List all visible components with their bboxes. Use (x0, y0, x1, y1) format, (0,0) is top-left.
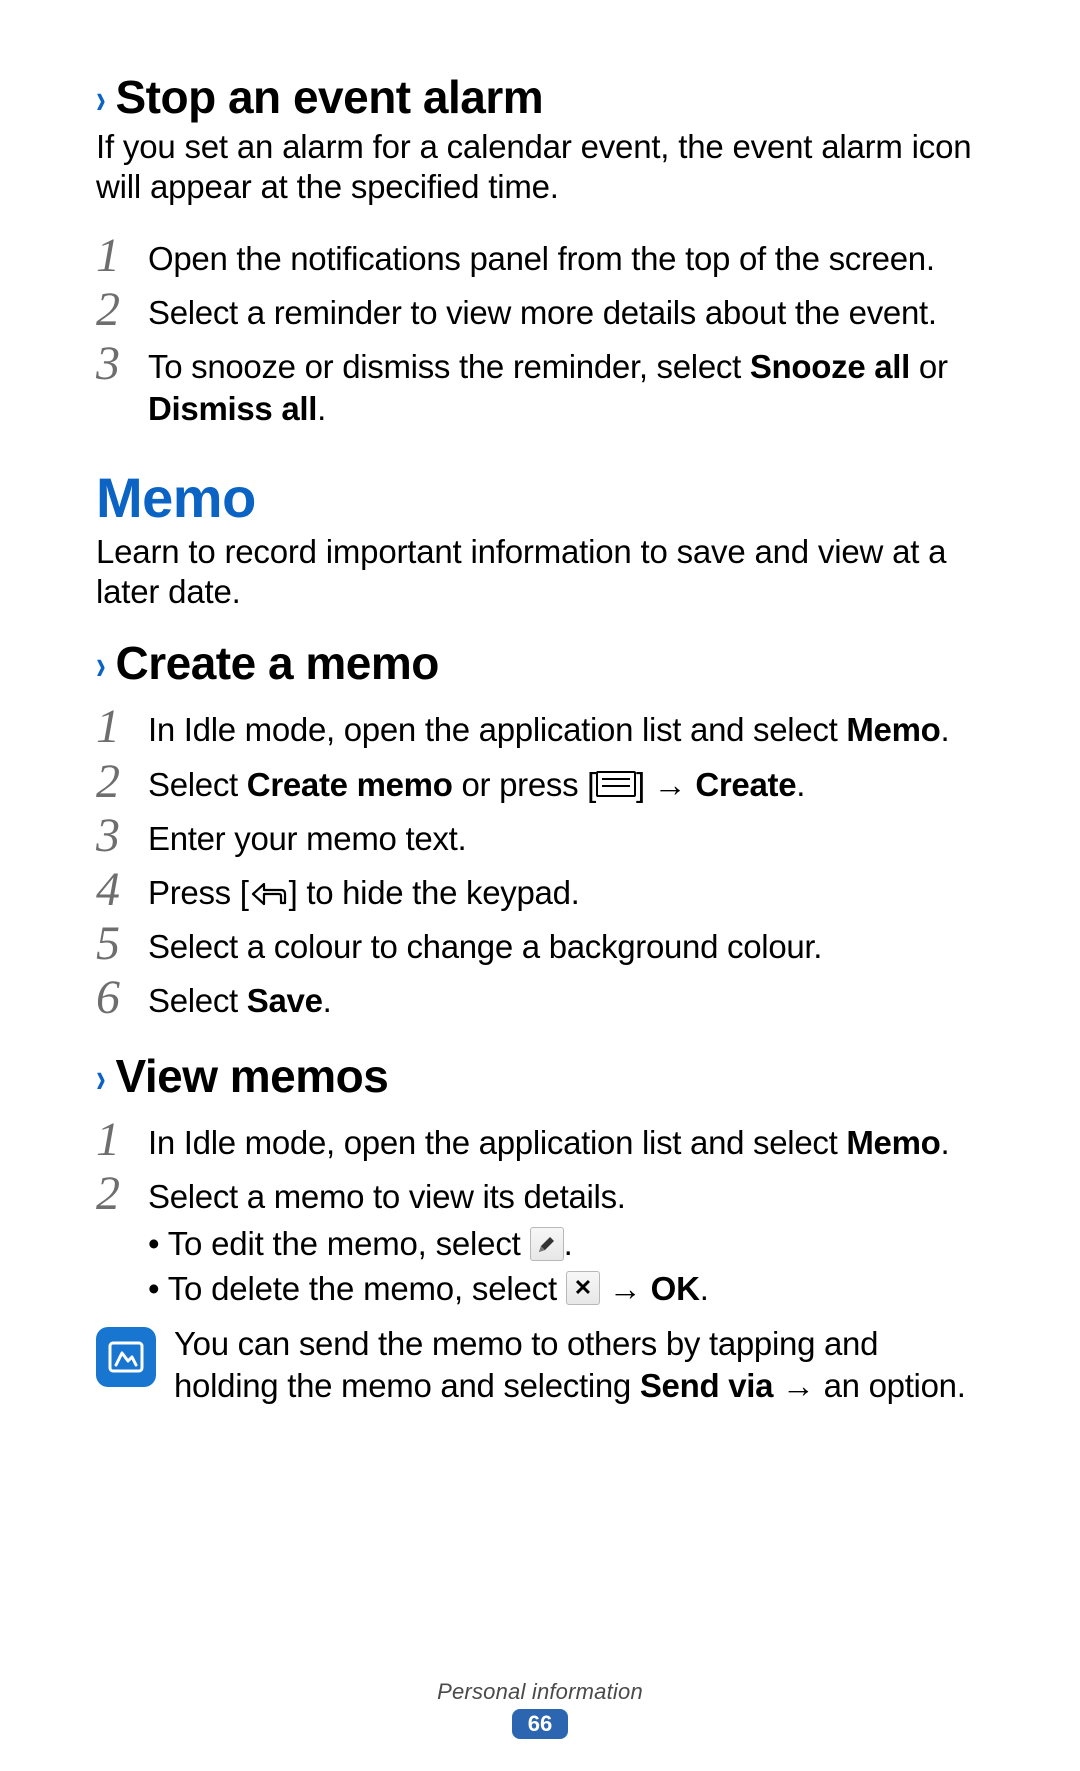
manual-page: › Stop an event alarm If you set an alar… (0, 0, 1080, 1771)
text-fragment: Select (148, 766, 247, 803)
text-fragment: Press [ (148, 874, 249, 911)
note-text: You can send the memo to others by tappi… (174, 1323, 984, 1407)
step-text: Open the notifications panel from the to… (148, 232, 935, 280)
heading-view-memos: › View memos (96, 1049, 984, 1104)
text-fragment: . (317, 390, 326, 427)
note-icon (96, 1327, 156, 1387)
step-text: Select a reminder to view more details a… (148, 286, 937, 334)
text-fragment: In Idle mode, open the application list … (148, 1124, 846, 1161)
bold-text: Save (247, 982, 323, 1019)
step-number: 4 (96, 866, 148, 914)
text-fragment: → (600, 1270, 651, 1307)
step-2-select-memo: 2 Select a memo to view its details. To … (96, 1170, 984, 1311)
step-1-open-memo-app-view: 1 In Idle mode, open the application lis… (96, 1116, 984, 1164)
text-fragment: . (700, 1270, 709, 1307)
step-3-snooze-dismiss: 3 To snooze or dismiss the reminder, sel… (96, 340, 984, 430)
step-number: 1 (96, 703, 148, 751)
step-number: 2 (96, 758, 148, 806)
step-text: Select a memo to view its details. To ed… (148, 1170, 709, 1311)
bullet-edit-memo: To edit the memo, select . (148, 1222, 709, 1266)
step-text: Press [ ] to hide the keypad. (148, 866, 580, 914)
chevron-right-icon: › (96, 640, 105, 690)
step-text: Select Save. (148, 974, 332, 1022)
bold-text: Send via (640, 1367, 773, 1404)
text-fragment: ] → (636, 766, 695, 803)
menu-key-icon (596, 771, 636, 797)
edit-icon (530, 1227, 564, 1261)
bold-text: Create memo (247, 766, 453, 803)
heading-text: Create a memo (116, 636, 439, 691)
bold-text: OK (651, 1270, 700, 1307)
bold-text: Create (695, 766, 796, 803)
back-key-icon (249, 877, 289, 907)
text-fragment: ] to hide the keypad. (289, 874, 580, 911)
note-send-via: You can send the memo to others by tappi… (96, 1323, 984, 1407)
heading-create-memo: › Create a memo (96, 636, 984, 691)
chevron-right-icon: › (96, 74, 105, 124)
step-2-select-reminder: 2 Select a reminder to view more details… (96, 286, 984, 334)
text-fragment: To snooze or dismiss the reminder, selec… (148, 348, 750, 385)
step-number: 5 (96, 920, 148, 968)
step-text: Select a colour to change a background c… (148, 920, 822, 968)
bullet-delete-memo: To delete the memo, select ✕ → OK. (148, 1267, 709, 1311)
text-fragment: Select (148, 982, 247, 1019)
step-1-open-notifications: 1 Open the notifications panel from the … (96, 232, 984, 280)
text-fragment: In Idle mode, open the application list … (148, 711, 846, 748)
step-1-open-memo-app: 1 In Idle mode, open the application lis… (96, 703, 984, 751)
text-fragment: → an option. (773, 1367, 965, 1404)
step-number: 3 (96, 812, 148, 860)
text-fragment: . (564, 1225, 573, 1262)
step-text: Select Create memo or press [ ] → Create. (148, 758, 805, 806)
bold-text: Dismiss all (148, 390, 317, 427)
footer-section-label: Personal information (0, 1679, 1080, 1705)
step-number: 2 (96, 1170, 148, 1218)
step-text: Enter your memo text. (148, 812, 466, 860)
intro-memo: Learn to record important information to… (96, 532, 984, 613)
heading-text: Stop an event alarm (116, 70, 544, 125)
text-line: Select a memo to view its details. (148, 1176, 709, 1218)
footer-page-number: 66 (512, 1709, 568, 1739)
text-fragment: . (940, 1124, 949, 1161)
text-fragment: . (796, 766, 805, 803)
step-3-enter-memo-text: 3 Enter your memo text. (96, 812, 984, 860)
step-number: 1 (96, 232, 148, 280)
text-fragment: or (910, 348, 948, 385)
intro-stop-event-alarm: If you set an alarm for a calendar event… (96, 127, 984, 208)
text-fragment: . (940, 711, 949, 748)
step-number: 2 (96, 286, 148, 334)
step-4-hide-keypad: 4 Press [ ] to hide the keypad. (96, 866, 984, 914)
step-5-select-colour: 5 Select a colour to change a background… (96, 920, 984, 968)
delete-icon: ✕ (566, 1271, 600, 1305)
text-fragment: or press [ (453, 766, 596, 803)
page-footer: Personal information 66 (0, 1679, 1080, 1739)
text-fragment: To edit the memo, select (168, 1225, 530, 1262)
heading-stop-event-alarm: › Stop an event alarm (96, 70, 984, 125)
heading-text: View memos (116, 1049, 389, 1104)
bold-text: Snooze all (750, 348, 910, 385)
bold-text: Memo (846, 1124, 940, 1161)
step-6-save: 6 Select Save. (96, 974, 984, 1022)
step-2-create-memo: 2 Select Create memo or press [ ] → Creat… (96, 758, 984, 806)
text-fragment: . (323, 982, 332, 1019)
step-text: In Idle mode, open the application list … (148, 1116, 949, 1164)
bold-text: Memo (846, 711, 940, 748)
step-text: In Idle mode, open the application list … (148, 703, 949, 751)
chevron-right-icon: › (96, 1053, 105, 1103)
step-text: To snooze or dismiss the reminder, selec… (148, 340, 984, 430)
step-number: 1 (96, 1116, 148, 1164)
step-number: 3 (96, 340, 148, 388)
text-fragment: To delete the memo, select (168, 1270, 566, 1307)
step-number: 6 (96, 974, 148, 1022)
section-title-memo: Memo (96, 465, 984, 530)
